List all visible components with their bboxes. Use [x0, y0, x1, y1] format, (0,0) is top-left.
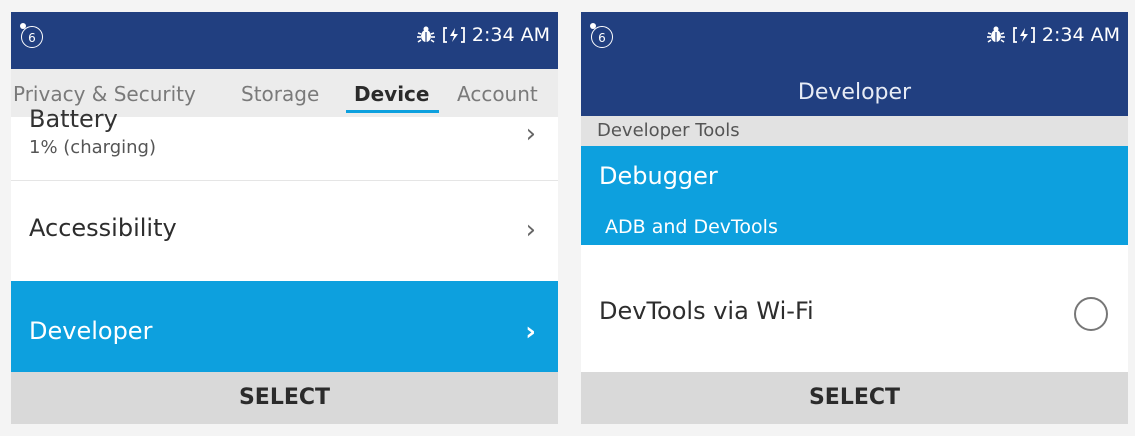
section-header-developer-tools: Developer Tools [581, 116, 1128, 146]
debugger-title: Debugger [599, 162, 718, 190]
list-item-developer[interactable]: Developer › [11, 281, 558, 372]
debugger-subtitle: ADB and DevTools [605, 216, 778, 238]
accessibility-title: Accessibility [29, 214, 177, 242]
developer-title: Developer [29, 317, 153, 345]
chevron-right-icon: › [525, 119, 536, 149]
battery-charging-icon [1012, 26, 1036, 44]
status-time: 2:34 AM [1041, 24, 1120, 46]
softkey-select[interactable]: SELECT [581, 372, 1128, 424]
list-item-accessibility[interactable]: Accessibility › [11, 181, 558, 279]
tab-storage[interactable]: Storage [241, 82, 319, 106]
tab-account[interactable]: Account [457, 82, 538, 106]
list-item-debugger[interactable]: Debugger ADB and DevTools [581, 146, 1128, 245]
settings-device-screen: 6 2:34 AM Privacy & Security Storage Dev… [11, 12, 558, 424]
bug-icon [416, 25, 436, 45]
bug-icon [986, 25, 1006, 45]
list-item-battery[interactable]: Battery 1% (charging) › [11, 105, 558, 167]
devtools-wifi-checkbox[interactable] [1074, 297, 1108, 331]
notification-count-icon: 6 [590, 23, 613, 48]
list-item-devtools-wifi[interactable]: DevTools via Wi-Fi [581, 245, 1128, 372]
chevron-right-icon: › [525, 215, 536, 245]
tab-privacy-security[interactable]: Privacy & Security [13, 82, 196, 106]
status-bar: 6 2:34 AM [581, 12, 1128, 69]
device-settings-list: Battery 1% (charging) › Accessibility › … [11, 105, 558, 372]
devtools-wifi-title: DevTools via Wi-Fi [599, 297, 814, 325]
status-bar: 6 2:34 AM [11, 12, 558, 69]
softkey-select[interactable]: SELECT [11, 372, 558, 424]
battery-subtitle: 1% (charging) [29, 137, 157, 158]
chevron-right-icon: › [525, 317, 536, 347]
battery-charging-icon [442, 26, 466, 44]
notification-count-icon: 6 [20, 23, 43, 48]
status-icons: 2:34 AM [416, 24, 550, 46]
page-title: Developer [581, 69, 1128, 116]
status-time: 2:34 AM [471, 24, 550, 46]
tab-device[interactable]: Device [354, 82, 429, 106]
developer-screen: 6 2:34 AM Developer Developer Tools Debu… [581, 12, 1128, 424]
battery-title: Battery [29, 105, 118, 133]
status-icons: 2:34 AM [986, 24, 1120, 46]
